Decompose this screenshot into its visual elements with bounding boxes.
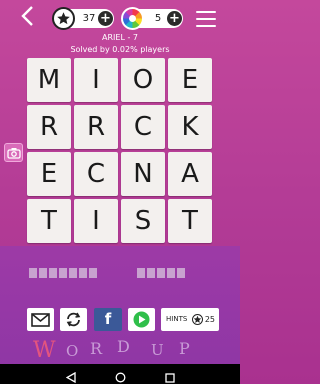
color-wheel-icon <box>121 7 144 30</box>
back-chevron-icon[interactable] <box>20 5 42 29</box>
hints-button[interactable]: HINTS 25 <box>161 308 219 331</box>
answer-slot <box>39 268 47 278</box>
letter-tile[interactable]: K <box>168 105 212 149</box>
letter-tile[interactable]: O <box>121 58 165 102</box>
logo-letter: P <box>179 339 190 358</box>
logo-letter: U <box>151 341 164 359</box>
letter-tile[interactable]: S <box>121 199 165 243</box>
answer-slot <box>137 268 145 278</box>
answer-slot <box>79 268 87 278</box>
share-email-button[interactable] <box>27 308 54 331</box>
refresh-button[interactable] <box>60 308 87 331</box>
nav-back-icon[interactable] <box>65 368 76 384</box>
star-icon <box>52 7 75 30</box>
answer-slot <box>147 268 155 278</box>
letter-tile[interactable]: C <box>121 105 165 149</box>
nav-home-icon[interactable] <box>115 368 126 384</box>
answer-slot <box>49 268 57 278</box>
stars-count: 37 <box>82 13 96 24</box>
answer-slot <box>69 268 77 278</box>
answer-slot <box>89 268 97 278</box>
coins-counter: 5 + <box>121 7 183 30</box>
menu-icon[interactable] <box>196 11 216 27</box>
hints-label: HINTS <box>166 315 188 323</box>
letter-tile[interactable]: T <box>168 199 212 243</box>
logo-letter: R <box>90 339 103 358</box>
system-nav-bar <box>0 364 240 384</box>
letter-tile[interactable]: N <box>121 152 165 196</box>
logo-letter: O <box>66 342 79 360</box>
letter-tile[interactable]: E <box>168 58 212 102</box>
answer-slot <box>29 268 37 278</box>
add-coins-button[interactable]: + <box>167 11 182 26</box>
answer-slot <box>59 268 67 278</box>
logo-letter: D <box>117 337 130 356</box>
play-button[interactable] <box>128 308 155 331</box>
nav-recents-icon[interactable] <box>165 368 175 384</box>
letter-tile[interactable]: M <box>27 58 71 102</box>
answer-slots <box>0 268 240 280</box>
letter-grid: M I O E R R C K E C N A T I S T <box>27 58 213 244</box>
letter-tile[interactable]: C <box>74 152 118 196</box>
coins-count: 5 <box>154 13 162 24</box>
letter-tile[interactable]: T <box>27 199 71 243</box>
camera-icon[interactable] <box>4 143 23 162</box>
answer-slot <box>177 268 185 278</box>
letter-tile[interactable]: E <box>27 152 71 196</box>
top-bar: 37 + 5 + <box>0 0 240 34</box>
stars-counter: 37 + <box>52 7 114 30</box>
facebook-button[interactable]: f <box>94 308 122 331</box>
letter-tile[interactable]: R <box>74 105 118 149</box>
letter-tile[interactable]: I <box>74 58 118 102</box>
star-icon <box>192 314 203 325</box>
wordup-logo: W O R D U P <box>0 336 240 363</box>
logo-letter: W <box>33 338 56 363</box>
letter-tile[interactable]: I <box>74 199 118 243</box>
answer-slot <box>167 268 175 278</box>
level-title: ARIEL - 7 <box>102 33 138 42</box>
answer-slot <box>157 268 165 278</box>
add-stars-button[interactable]: + <box>98 11 113 26</box>
letter-tile[interactable]: R <box>27 105 71 149</box>
letter-tile[interactable]: A <box>168 152 212 196</box>
solved-stat: Solved by 0.02% players <box>70 45 170 54</box>
refresh-icon <box>66 312 81 327</box>
hints-count: 25 <box>204 315 215 324</box>
play-icon <box>133 311 150 328</box>
envelope-icon <box>31 313 50 327</box>
